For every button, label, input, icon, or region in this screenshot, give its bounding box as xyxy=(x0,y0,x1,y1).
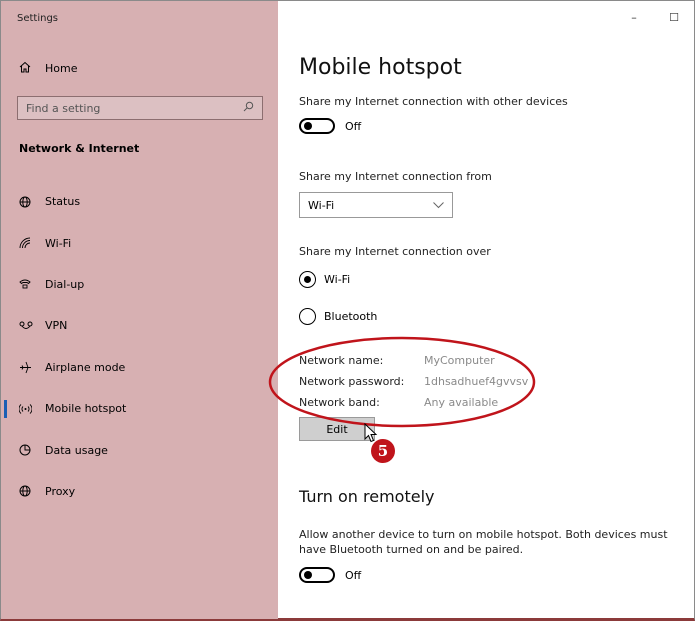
share-toggle-state: Off xyxy=(345,119,362,133)
sidebar-item-label: Airplane mode xyxy=(45,360,126,374)
toggle-switch[interactable] xyxy=(299,118,335,134)
from-selected-value: Wi-Fi xyxy=(308,198,335,212)
sidebar-item-label: Status xyxy=(45,195,81,209)
radio-label: Bluetooth xyxy=(324,310,378,323)
radio-bluetooth[interactable]: Bluetooth xyxy=(299,308,377,325)
airplane-icon xyxy=(19,361,45,374)
sidebar-item-wifi[interactable]: Wi-Fi xyxy=(1,222,278,263)
phone-icon xyxy=(19,278,45,290)
sidebar-item-label: Wi-Fi xyxy=(45,236,72,250)
remote-description: Allow another device to turn on mobile h… xyxy=(299,528,668,556)
nav-home-label: Home xyxy=(45,62,78,75)
sidebar-item-airplane[interactable]: Airplane mode xyxy=(1,347,278,388)
sidebar-item-label: Mobile hotspot xyxy=(45,402,127,416)
search-icon xyxy=(243,101,254,115)
search-input[interactable]: Find a setting xyxy=(17,96,263,120)
remote-toggle[interactable]: Off xyxy=(299,567,361,583)
nav-list: Status Wi-Fi Dial-up VPN Airplane mode M… xyxy=(1,181,278,512)
toggle-switch[interactable] xyxy=(299,567,335,583)
sidebar-item-dialup[interactable]: Dial-up xyxy=(1,264,278,305)
nav-home[interactable]: Home xyxy=(19,61,77,76)
maximize-button[interactable]: ☐ xyxy=(654,1,694,33)
page-title: Mobile hotspot xyxy=(299,55,462,80)
sidebar-item-vpn[interactable]: VPN xyxy=(1,305,278,346)
share-label: Share my Internet connection with other … xyxy=(299,95,568,108)
sidebar-item-label: Data usage xyxy=(45,443,108,457)
wifi-icon xyxy=(19,237,45,249)
home-icon xyxy=(19,61,45,76)
over-label: Share my Internet connection over xyxy=(299,245,491,258)
settings-window: Settings Home Find a setting Network & I… xyxy=(0,0,695,621)
sidebar-item-proxy[interactable]: Proxy xyxy=(1,471,278,512)
sidebar-item-label: Proxy xyxy=(45,484,76,498)
remote-section-title: Turn on remotely xyxy=(299,487,435,506)
proxy-globe-icon xyxy=(19,485,45,497)
vpn-icon xyxy=(19,321,45,331)
radio-label: Wi-Fi xyxy=(324,273,351,286)
share-toggle[interactable]: Off xyxy=(299,118,361,134)
radio-button[interactable] xyxy=(299,271,316,288)
step-badge: 5 xyxy=(371,439,395,463)
data-usage-icon xyxy=(19,444,45,456)
hotspot-icon xyxy=(19,403,45,415)
chevron-down-icon xyxy=(433,199,444,212)
search-placeholder: Find a setting xyxy=(26,101,101,115)
sidebar: Settings Home Find a setting Network & I… xyxy=(1,1,278,619)
highlight-ellipse xyxy=(268,336,536,428)
remote-toggle-state: Off xyxy=(345,568,362,582)
sidebar-item-label: VPN xyxy=(45,319,68,333)
sidebar-item-data-usage[interactable]: Data usage xyxy=(1,429,278,470)
app-title: Settings xyxy=(17,13,59,24)
radio-button[interactable] xyxy=(299,308,316,325)
globe-icon xyxy=(19,196,45,208)
from-label: Share my Internet connection from xyxy=(299,170,492,183)
minimize-button[interactable]: – xyxy=(614,1,654,33)
sidebar-item-status[interactable]: Status xyxy=(1,181,278,222)
sidebar-item-mobile-hotspot[interactable]: Mobile hotspot xyxy=(1,388,278,429)
sidebar-item-label: Dial-up xyxy=(45,277,85,291)
radio-wifi[interactable]: Wi-Fi xyxy=(299,271,350,288)
connection-from-select[interactable]: Wi-Fi xyxy=(299,192,453,218)
section-title: Network & Internet xyxy=(19,142,140,155)
window-controls: – ☐ xyxy=(614,1,694,33)
